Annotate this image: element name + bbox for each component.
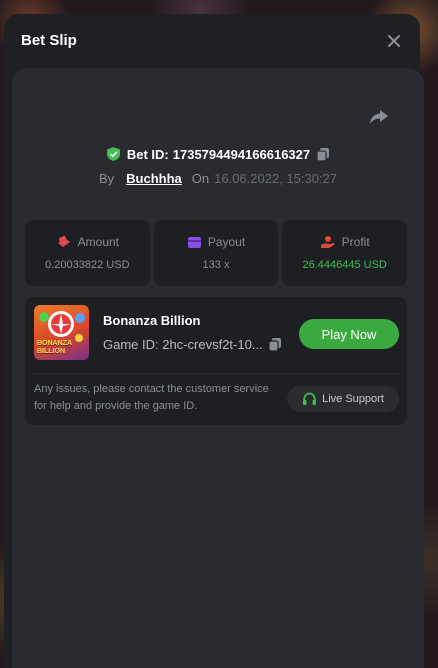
bet-id-value: 1735794494166616327: [172, 146, 311, 162]
play-now-button[interactable]: Play Now: [299, 319, 399, 349]
bet-stats: Amount 0.20033822 USD Payout 133 x Profi…: [25, 220, 408, 286]
live-support-label: Live Support: [322, 393, 384, 405]
copy-game-id-icon[interactable]: [268, 337, 282, 352]
bet-id-row: Bet ID: 1735794494166616327: [12, 146, 424, 162]
coins-icon: [57, 235, 70, 247]
shield-check-icon: [106, 147, 120, 161]
stat-profit-value: 26.4446445 USD: [302, 259, 387, 271]
stat-profit-label: Profit: [341, 235, 370, 249]
game-card: BONANZA BILLION Bonanza Billion Game ID:…: [25, 297, 407, 425]
by-label: By: [98, 171, 115, 186]
on-label: On: [191, 171, 210, 186]
game-thumbnail[interactable]: BONANZA BILLION: [34, 305, 89, 360]
divider: [34, 373, 398, 374]
stat-amount-label: Amount: [77, 235, 120, 249]
game-thumb-logo: BONANZA BILLION: [37, 340, 72, 355]
share-button[interactable]: [368, 106, 390, 128]
bet-meta-row: By Buchhha On 16.06.2022, 15:30:27: [12, 171, 424, 186]
bet-date: 16.06.2022, 15:30:27: [214, 171, 338, 186]
bet-slip-modal: Bet Slip Bet ID: 1735794494166616327 By: [4, 14, 424, 668]
close-button[interactable]: [384, 31, 404, 51]
support-text: Any issues, please contact the customer …: [34, 383, 269, 412]
modal-title: Bet Slip: [21, 32, 77, 49]
username-link[interactable]: Buchhha: [126, 171, 182, 186]
stat-profit: Profit 26.4446445 USD: [282, 220, 408, 286]
stat-payout-label: Payout: [207, 235, 246, 249]
copy-bet-id-icon[interactable]: [316, 147, 330, 162]
game-id-text: Game ID: 2hc-crevsf2t-10...: [103, 337, 263, 352]
game-name: Bonanza Billion: [103, 313, 201, 328]
share-icon: [370, 110, 388, 124]
bet-details-panel: Bet ID: 1735794494166616327 By Buchhha O…: [12, 68, 424, 668]
stat-amount-value: 0.20033822 USD: [45, 259, 130, 271]
hand-coin-icon: [320, 236, 335, 248]
stat-payout: Payout 133 x: [153, 220, 279, 286]
headset-icon: [303, 392, 317, 405]
wallet-icon: [187, 236, 201, 248]
bet-id-label: Bet ID:: [126, 146, 169, 162]
game-id-row: Game ID: 2hc-crevsf2t-10...: [103, 337, 282, 352]
close-icon: [388, 35, 400, 47]
stat-payout-value: 133 x: [202, 259, 230, 271]
stat-amount: Amount 0.20033822 USD: [25, 220, 150, 286]
live-support-button[interactable]: Live Support: [287, 386, 399, 412]
